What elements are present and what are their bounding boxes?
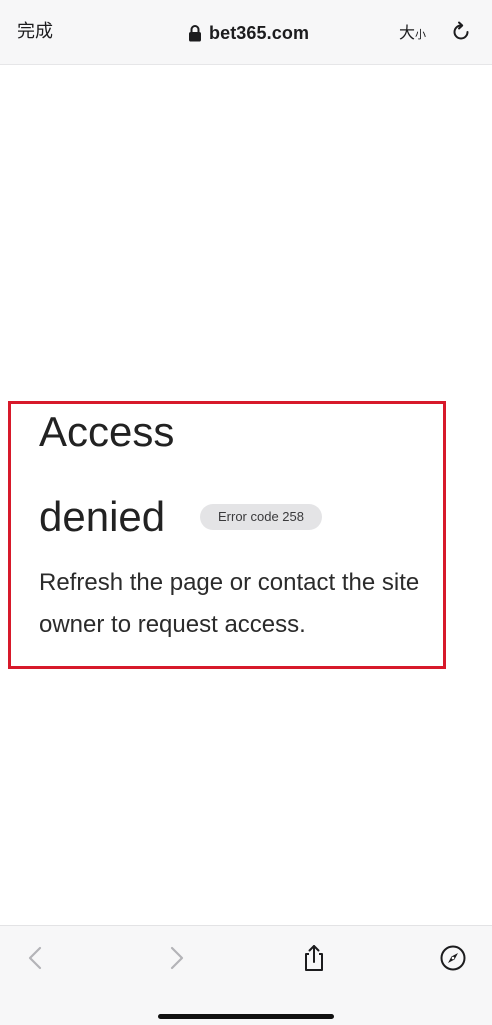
compass-icon[interactable] <box>438 943 468 973</box>
reload-icon[interactable] <box>450 21 472 43</box>
error-code-badge: Error code 258 <box>200 504 322 530</box>
text-size-big-label: 大 <box>399 23 416 42</box>
browser-bottom-toolbar <box>0 925 492 1025</box>
error-title-line-1: Access <box>39 408 175 455</box>
address-bar[interactable]: bet365.com <box>188 20 309 46</box>
done-button[interactable]: 完成 <box>17 20 53 44</box>
text-size-button[interactable]: 大小 <box>399 22 426 46</box>
address-domain: bet365.com <box>209 22 310 43</box>
page-content: Access denied Error code 258 Refresh the… <box>0 65 492 925</box>
error-message: Refresh the page or contact the site own… <box>39 569 420 638</box>
home-indicator <box>158 1014 334 1019</box>
browser-top-bar: 完成 bet365.com 大小 <box>0 0 492 65</box>
lock-icon <box>189 25 201 42</box>
share-icon[interactable] <box>299 943 329 973</box>
error-title-line-2: denied <box>39 493 166 540</box>
chevron-right-icon[interactable] <box>161 943 191 973</box>
chevron-left-icon[interactable] <box>21 943 51 973</box>
text-size-small-label: 小 <box>415 28 427 41</box>
